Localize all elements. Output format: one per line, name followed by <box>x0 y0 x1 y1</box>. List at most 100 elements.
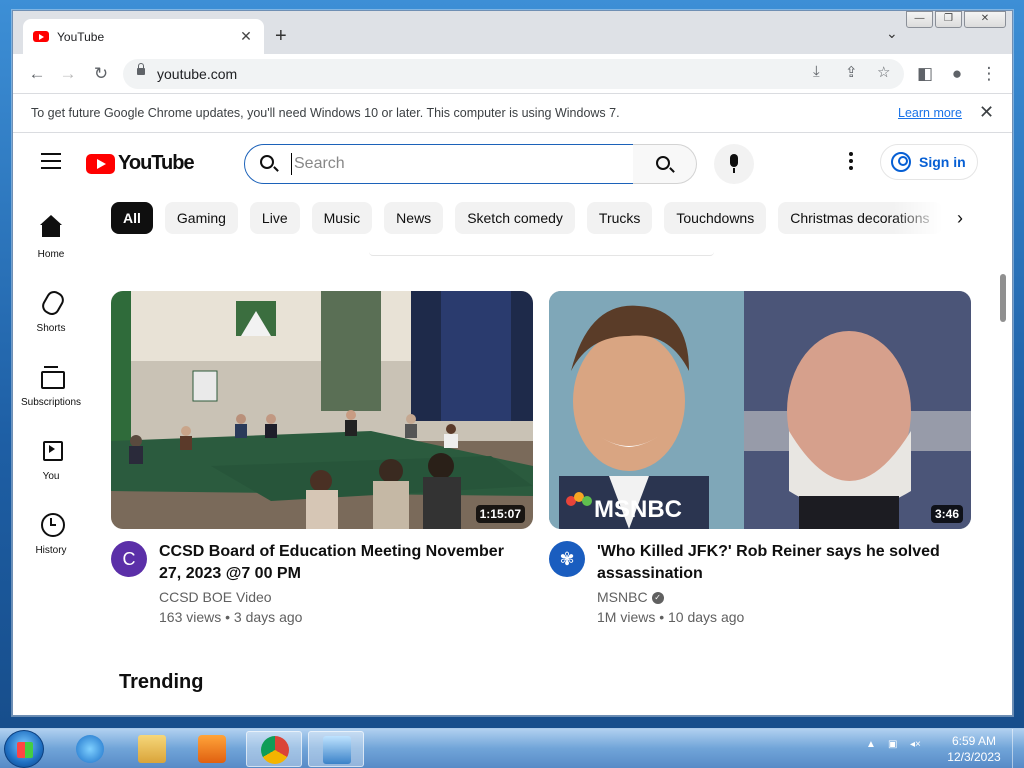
show-desktop-button[interactable] <box>1012 729 1024 768</box>
browser-toolbar: ← → ↻ youtube.com ⤓ ⇪ ☆ ◧ ● ⋮ <box>13 54 1012 94</box>
video-stats: 163 views • 3 days ago <box>159 609 303 625</box>
clock-time: 6:59 AM <box>951 734 997 748</box>
chevron-right-icon[interactable]: › <box>957 208 963 229</box>
video-stats: 1M views • 10 days ago <box>597 609 745 625</box>
jfk-reiner-thumbnail-image: MSNBC <box>549 291 971 529</box>
chip-music[interactable]: Music <box>311 202 373 234</box>
system-tray: ▲ ▣ ◂× <box>866 739 924 753</box>
video-card: 1:15:07 C CCSD Board of Education Meetin… <box>111 291 533 631</box>
you-icon <box>40 438 63 461</box>
chip-all[interactable]: All <box>111 202 153 234</box>
sign-in-button[interactable]: Sign in <box>880 144 978 180</box>
chip-live[interactable]: Live <box>249 202 300 234</box>
control-panel-icon <box>323 736 351 764</box>
guide-label: Home <box>37 249 65 260</box>
video-title[interactable]: 'Who Killed JFK?' Rob Reiner says he sol… <box>597 541 967 585</box>
msnbc-thumbnail-logo: MSNBC <box>594 496 682 523</box>
home-icon <box>40 215 62 238</box>
back-arrow-icon[interactable]: ← <box>25 62 49 86</box>
network-icon[interactable]: ▣ <box>888 739 902 753</box>
video-thumbnail[interactable]: 1:15:07 <box>111 291 533 529</box>
msnbc-peacock-avatar-icon[interactable]: ✾ <box>549 541 585 577</box>
new-tab-button[interactable]: + <box>275 25 287 47</box>
settings-kebab-icon[interactable] <box>849 152 853 170</box>
chrome-menu-icon[interactable]: ⋮ <box>977 62 1001 86</box>
chip-sketch-comedy[interactable]: Sketch comedy <box>455 202 575 234</box>
side-panel-icon[interactable]: ◧ <box>913 62 937 86</box>
search-button-icon <box>656 156 670 170</box>
chip-news[interactable]: News <box>384 202 444 234</box>
history-icon <box>40 512 65 537</box>
tab-youtube[interactable]: YouTube ✕ <box>23 19 264 54</box>
guide-item-history[interactable]: History <box>13 500 89 574</box>
channel-name[interactable]: CCSD BOE Video <box>159 589 272 605</box>
guide-label: You <box>42 471 60 482</box>
lock-icon <box>137 63 145 75</box>
chrome-icon <box>261 736 289 764</box>
reload-icon[interactable]: ↻ <box>89 62 113 86</box>
video-title[interactable]: CCSD Board of Education Meeting November… <box>159 541 529 585</box>
share-icon[interactable]: ⇪ <box>845 63 858 81</box>
taskbar-media-player[interactable] <box>184 731 240 767</box>
subscriptions-icon <box>40 364 65 389</box>
search-box <box>244 144 634 184</box>
channel-name-text: MSNBC <box>597 589 648 605</box>
voice-search-mic-icon[interactable] <box>714 144 754 184</box>
address-bar[interactable]: youtube.com ⤓ ⇪ ☆ <box>123 59 904 89</box>
tab-close-icon[interactable]: ✕ <box>238 28 254 45</box>
channel-name[interactable]: MSNBC ✓ <box>597 589 664 605</box>
guide-label: Subscriptions <box>20 397 82 408</box>
chrome-window: YouTube ✕ + ⌄ — ❐ ✕ ← → ↻ youtube.com ⤓ … <box>12 10 1013 716</box>
learn-more-link[interactable]: Learn more <box>898 106 962 120</box>
hamburger-menu-icon[interactable] <box>41 153 61 169</box>
search-icon <box>260 155 274 169</box>
folder-icon <box>138 735 166 763</box>
guide-item-home[interactable]: Home <box>13 204 89 278</box>
profile-avatar-icon[interactable]: ● <box>945 62 969 86</box>
minimize-button[interactable]: — <box>906 11 933 28</box>
youtube-masthead: YouTube Sign in <box>13 134 1012 190</box>
scrollbar-thumb[interactable] <box>1000 274 1006 322</box>
volume-muted-icon[interactable]: ◂× <box>910 739 924 753</box>
taskbar-file-explorer[interactable] <box>124 731 180 767</box>
trending-section-title: Trending <box>119 671 204 693</box>
show-hidden-icons-icon[interactable]: ▲ <box>866 739 880 753</box>
video-thumbnail[interactable]: MSNBC 3:46 <box>549 291 971 529</box>
taskbar-internet-explorer[interactable] <box>62 731 118 767</box>
guide-item-you[interactable]: You <box>13 426 89 500</box>
restore-button[interactable]: ❐ <box>935 11 962 28</box>
url-text: youtube.com <box>157 66 238 82</box>
clock-date: 12/3/2023 <box>947 750 1001 764</box>
guide-label: History <box>35 545 67 556</box>
shorts-icon <box>40 290 62 312</box>
sign-in-label: Sign in <box>919 154 966 170</box>
forward-arrow-icon[interactable]: → <box>56 62 80 86</box>
install-app-icon[interactable]: ⤓ <box>813 63 820 80</box>
taskbar-control-panel[interactable] <box>308 731 364 767</box>
search-button[interactable] <box>633 144 697 184</box>
chip-gaming[interactable]: Gaming <box>164 202 238 234</box>
window-controls: — ❐ ✕ <box>906 11 1006 28</box>
youtube-page: YouTube Sign in Home S <box>13 134 1012 715</box>
youtube-logo[interactable]: YouTube <box>86 152 195 175</box>
media-player-icon <box>198 735 226 763</box>
guide-item-subscriptions[interactable]: Subscriptions <box>13 352 89 426</box>
youtube-favicon-icon <box>33 31 49 42</box>
bookmark-star-icon[interactable]: ☆ <box>877 63 890 81</box>
video-meta: C CCSD Board of Education Meeting Novemb… <box>111 541 533 631</box>
channel-avatar[interactable]: C <box>111 541 147 577</box>
update-infobar: To get future Google Chrome updates, you… <box>13 95 1012 133</box>
taskbar-clock[interactable]: 6:59 AM 12/3/2023 <box>944 733 1004 765</box>
mini-guide: Home Shorts Subscriptions You History <box>13 204 89 574</box>
youtube-play-logo-icon <box>86 153 115 174</box>
infobar-close-icon[interactable]: ✕ <box>979 102 994 123</box>
account-circle-icon <box>891 152 911 172</box>
start-button-windows-logo-icon[interactable] <box>4 730 44 768</box>
guide-item-shorts[interactable]: Shorts <box>13 278 89 352</box>
chip-trucks[interactable]: Trucks <box>586 202 653 234</box>
search-input[interactable] <box>291 153 621 175</box>
taskbar-chrome[interactable] <box>246 731 302 767</box>
chip-touchdowns[interactable]: Touchdowns <box>664 202 767 234</box>
close-window-button[interactable]: ✕ <box>964 11 1006 28</box>
tab-search-chevron-icon[interactable]: ⌄ <box>886 25 898 42</box>
